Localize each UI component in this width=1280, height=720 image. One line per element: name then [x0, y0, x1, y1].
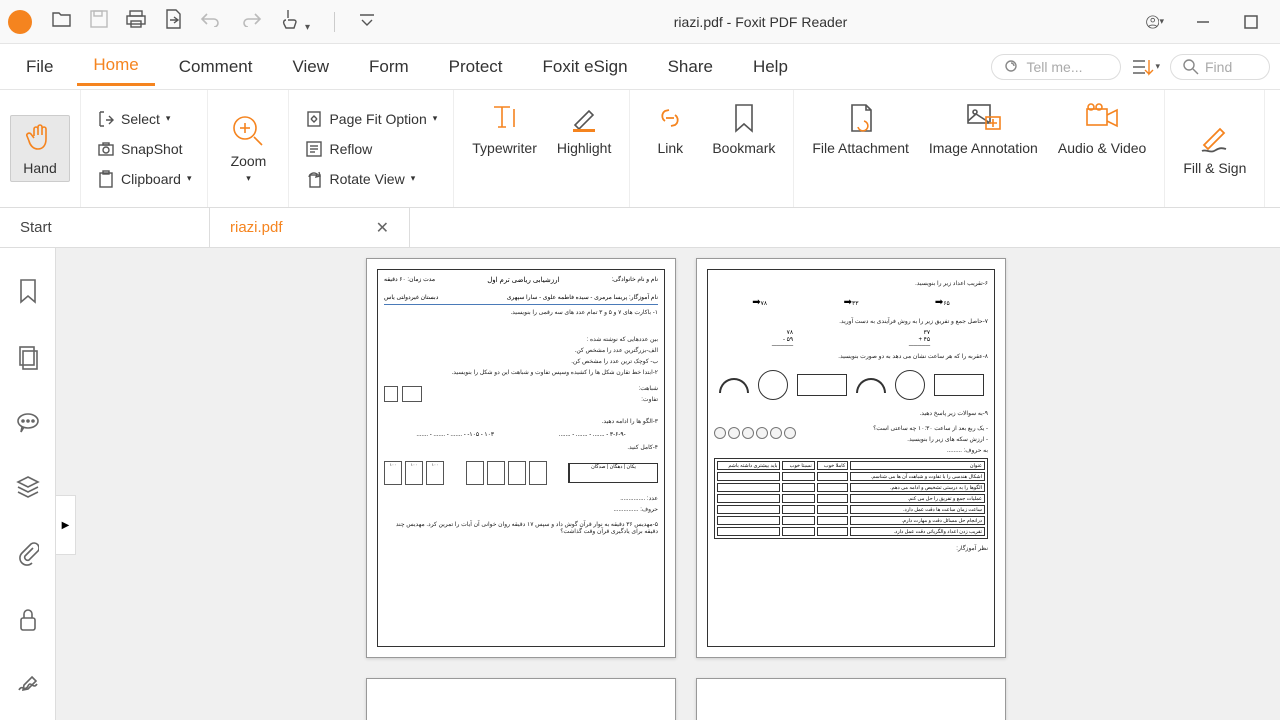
- bookmark-tool[interactable]: Bookmark: [704, 96, 783, 161]
- link-tool[interactable]: Link: [640, 96, 700, 161]
- menu-form[interactable]: Form: [353, 49, 425, 85]
- pdf-page-3[interactable]: [366, 678, 676, 720]
- tellme-placeholder: Tell me...: [1026, 59, 1082, 75]
- file-attachment-tool[interactable]: File Attachment: [804, 96, 917, 161]
- menu-help[interactable]: Help: [737, 49, 804, 85]
- menu-file[interactable]: File: [10, 49, 69, 85]
- typewriter-tool[interactable]: Typewriter: [464, 96, 545, 161]
- pages-panel-icon[interactable]: [17, 345, 39, 376]
- menu-comment[interactable]: Comment: [163, 49, 269, 85]
- account-icon[interactable]: ▾: [1146, 13, 1164, 31]
- print-icon[interactable]: [126, 10, 146, 33]
- zoom-label: Zoom: [231, 153, 267, 170]
- menu-share[interactable]: Share: [652, 49, 729, 85]
- layers-panel-icon[interactable]: [16, 475, 40, 504]
- tab-start[interactable]: Start: [0, 208, 210, 247]
- menu-home[interactable]: Home: [77, 47, 154, 86]
- signatures-panel-icon[interactable]: [16, 674, 40, 701]
- export-icon[interactable]: [164, 9, 182, 34]
- hand-tool[interactable]: Hand: [10, 115, 70, 182]
- menu-view[interactable]: View: [276, 49, 345, 85]
- find-input[interactable]: Find: [1170, 54, 1270, 80]
- minimize-icon[interactable]: [1194, 13, 1212, 31]
- maximize-icon[interactable]: [1242, 13, 1260, 31]
- divider: [334, 12, 335, 32]
- audio-video-tool[interactable]: Audio & Video: [1050, 96, 1154, 161]
- find-placeholder: Find: [1205, 59, 1232, 75]
- comments-panel-icon[interactable]: [16, 412, 40, 439]
- expand-sidebar-icon[interactable]: ▶: [56, 495, 76, 555]
- pagefit-tool[interactable]: Page Fit Option ▾: [299, 106, 443, 132]
- open-icon[interactable]: [52, 10, 72, 33]
- pdf-page-4[interactable]: [696, 678, 1006, 720]
- menu-protect[interactable]: Protect: [433, 49, 519, 85]
- close-tab-icon[interactable]: ✕: [376, 218, 389, 238]
- app-logo: [8, 10, 32, 34]
- security-panel-icon[interactable]: [17, 607, 39, 638]
- image-annotation-tool[interactable]: Image Annotation: [921, 96, 1046, 161]
- qat-dropdown-icon[interactable]: [359, 11, 375, 32]
- highlight-tool[interactable]: Highlight: [549, 96, 619, 161]
- tab-document[interactable]: riazi.pdf ✕: [210, 208, 410, 247]
- attachments-panel-icon[interactable]: [17, 540, 39, 571]
- clipboard-tool[interactable]: Clipboard ▾: [91, 166, 197, 192]
- navigation-sidebar: [0, 248, 56, 720]
- select-tool[interactable]: Select ▾: [91, 106, 197, 132]
- rotate-tool[interactable]: Rotate View ▾: [299, 166, 443, 192]
- undo-icon[interactable]: [200, 11, 222, 32]
- pdf-page-2[interactable]: ۶-تقریب اعداد زیر را بنویسید. ۶۵➡ ۳۳➡ ۷۸…: [696, 258, 1006, 658]
- pdf-page-1[interactable]: نام و نام خانوادگی:ارزشیابی ریاضی ترم او…: [366, 258, 676, 658]
- zoom-tool[interactable]: Zoom ▾: [218, 109, 278, 189]
- reflow-tool[interactable]: Reflow: [299, 136, 443, 162]
- hand-label: Hand: [23, 160, 56, 177]
- bookmarks-panel-icon[interactable]: [17, 278, 39, 309]
- touch-icon[interactable]: ▾: [280, 8, 310, 35]
- redo-icon[interactable]: [240, 11, 262, 32]
- menu-esign[interactable]: Foxit eSign: [527, 49, 644, 85]
- save-icon[interactable]: [90, 10, 108, 33]
- page-view[interactable]: نام و نام خانوادگی:ارزشیابی ریاضی ترم او…: [56, 248, 1280, 720]
- fill-sign-tool[interactable]: Fill & Sign: [1175, 116, 1254, 181]
- tellme-input[interactable]: Tell me...: [991, 54, 1121, 80]
- snapshot-tool[interactable]: SnapShot: [91, 136, 197, 162]
- reading-order-icon[interactable]: ▾: [1131, 58, 1160, 76]
- assessment-table: عنوانکاملا خوبنسبتا خوبباید بیشتری داشته…: [714, 458, 988, 539]
- window-title: riazi.pdf - Foxit PDF Reader: [375, 14, 1146, 30]
